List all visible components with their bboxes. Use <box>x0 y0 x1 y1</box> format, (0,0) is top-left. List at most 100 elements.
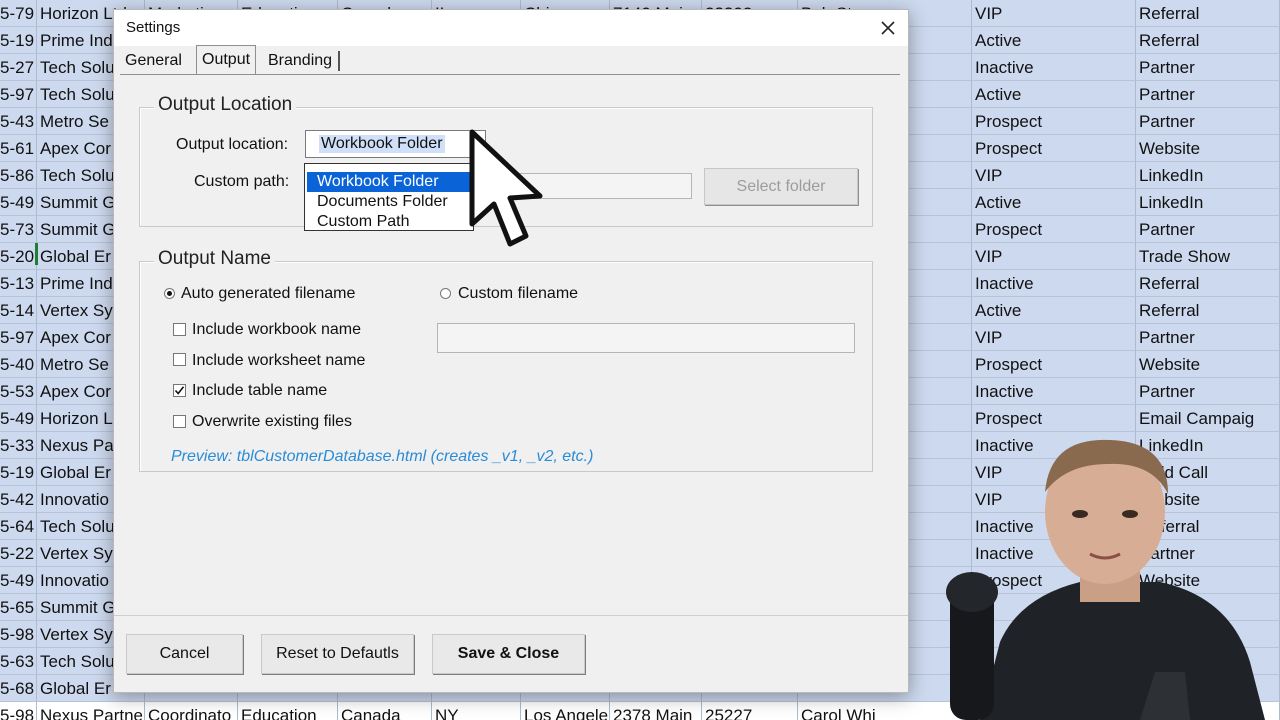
option-documents-folder[interactable]: Documents Folder <box>307 192 471 212</box>
output-location-select[interactable]: Workbook Folder <box>305 130 486 158</box>
sheet-cell[interactable]: 5-98 <box>0 621 37 648</box>
option-workbook-folder[interactable]: Workbook Folder <box>307 172 471 192</box>
sheet-cell[interactable]: Prospect <box>972 351 1136 378</box>
dialog-title: Settings <box>126 19 181 36</box>
sheet-cell[interactable]: 5-19 <box>0 459 37 486</box>
sheet-cell[interactable]: 5-61 <box>0 135 37 162</box>
sheet-cell[interactable]: 5-13 <box>0 270 37 297</box>
mouse-pointer-icon <box>469 129 543 247</box>
sheet-cell[interactable]: Referral <box>1136 0 1280 27</box>
tab-output[interactable]: Output <box>196 45 257 75</box>
sheet-cell[interactable]: 5-22 <box>0 540 37 567</box>
sheet-cell[interactable]: Prospect <box>972 405 1136 432</box>
sheet-cell[interactable]: Referral <box>1136 27 1280 54</box>
sheet-cell[interactable]: Prospect <box>972 216 1136 243</box>
sheet-cell[interactable]: Inactive <box>972 270 1136 297</box>
save-close-button[interactable]: Save & Close <box>432 634 585 674</box>
sheet-cell[interactable]: Nexus Partne <box>37 702 145 720</box>
sheet-cell[interactable]: Trade Show <box>1136 243 1280 270</box>
close-icon <box>881 21 895 35</box>
sheet-cell[interactable]: 5-86 <box>0 162 37 189</box>
sheet-cell[interactable]: Email Campaig <box>1136 405 1280 432</box>
sheet-cell[interactable]: 5-68 <box>0 675 37 702</box>
sheet-cell[interactable]: Partner <box>1136 54 1280 81</box>
sheet-cell[interactable]: 5-79 <box>0 0 37 27</box>
sheet-cell[interactable]: 5-19 <box>0 27 37 54</box>
sheet-cell[interactable]: Active <box>972 81 1136 108</box>
sheet-cell[interactable]: 5-65 <box>0 594 37 621</box>
sheet-cell[interactable]: Active <box>972 297 1136 324</box>
sheet-cell[interactable]: Active <box>972 27 1136 54</box>
sheet-cell[interactable]: LinkedIn <box>1136 189 1280 216</box>
sheet-cell[interactable]: Los Angele <box>521 702 610 720</box>
sheet-cell[interactable]: LinkedIn <box>1136 162 1280 189</box>
sheet-cell[interactable]: VIP <box>972 0 1136 27</box>
tab-separator <box>338 51 340 71</box>
sheet-cell[interactable]: 2378 Main <box>610 702 702 720</box>
include-workbook-checkbox[interactable] <box>173 323 186 336</box>
sheet-cell[interactable]: 5-49 <box>0 189 37 216</box>
sheet-cell[interactable]: Active <box>972 189 1136 216</box>
sheet-cell[interactable]: Partner <box>1136 324 1280 351</box>
sheet-cell[interactable]: Referral <box>1136 270 1280 297</box>
sheet-cell[interactable]: Partner <box>1136 108 1280 135</box>
sheet-cell[interactable]: Partner <box>1136 81 1280 108</box>
cancel-button[interactable]: Cancel <box>126 634 243 674</box>
custom-filename-radio[interactable] <box>440 288 451 299</box>
radio-selected-dot <box>167 291 172 296</box>
sheet-cell[interactable]: Coordinato <box>145 702 238 720</box>
sheet-cell[interactable]: 5-97 <box>0 81 37 108</box>
auto-filename-radio[interactable] <box>164 288 175 299</box>
tab-general[interactable]: General <box>120 48 187 74</box>
sheet-cell[interactable]: 5-49 <box>0 405 37 432</box>
sheet-cell[interactable]: 5-27 <box>0 54 37 81</box>
output-location-selected-value: Workbook Folder <box>319 135 445 153</box>
tab-branding[interactable]: Branding <box>263 48 337 74</box>
sheet-cell[interactable]: 5-43 <box>0 108 37 135</box>
sheet-cell[interactable]: Partner <box>1136 216 1280 243</box>
sheet-cell[interactable]: 5-40 <box>0 351 37 378</box>
select-folder-button[interactable]: Select folder <box>704 168 858 205</box>
sheet-cell[interactable]: Website <box>1136 135 1280 162</box>
sheet-cell[interactable]: 5-64 <box>0 513 37 540</box>
include-worksheet-checkbox[interactable] <box>173 353 186 366</box>
output-name-group-label: Output Name <box>154 248 275 270</box>
sheet-cell[interactable]: VIP <box>972 324 1136 351</box>
sheet-cell[interactable]: Education <box>238 702 338 720</box>
sheet-cell[interactable]: Prospect <box>972 108 1136 135</box>
sheet-cell[interactable]: VIP <box>972 243 1136 270</box>
sheet-cell[interactable]: Partner <box>1136 378 1280 405</box>
sheet-cell[interactable]: 5-97 <box>0 324 37 351</box>
sheet-cell[interactable]: 5-20 <box>0 243 37 270</box>
custom-filename-input[interactable] <box>437 323 855 353</box>
include-worksheet-label[interactable]: Include worksheet name <box>192 352 365 370</box>
sheet-cell[interactable]: 5-73 <box>0 216 37 243</box>
close-button[interactable] <box>874 14 902 42</box>
sheet-cell[interactable]: 5-14 <box>0 297 37 324</box>
sheet-cell[interactable]: VIP <box>972 162 1136 189</box>
sheet-cell[interactable]: Inactive <box>972 378 1136 405</box>
sheet-cell[interactable]: 5-42 <box>0 486 37 513</box>
sheet-cell[interactable]: 25227 <box>702 702 798 720</box>
sheet-cell[interactable]: Canada <box>338 702 432 720</box>
sheet-cell[interactable]: Prospect <box>972 135 1136 162</box>
include-table-label[interactable]: Include table name <box>192 382 327 400</box>
auto-filename-label[interactable]: Auto generated filename <box>181 285 355 303</box>
include-table-checkbox[interactable] <box>173 384 186 397</box>
overwrite-files-label[interactable]: Overwrite existing files <box>192 413 352 431</box>
sheet-cell[interactable]: NY <box>432 702 521 720</box>
sheet-cell[interactable]: 5-49 <box>0 567 37 594</box>
sheet-cell[interactable]: 5-53 <box>0 378 37 405</box>
sheet-cell[interactable]: Website <box>1136 351 1280 378</box>
include-workbook-label[interactable]: Include workbook name <box>192 321 361 339</box>
overwrite-files-checkbox[interactable] <box>173 415 186 428</box>
sheet-cell[interactable]: 5-63 <box>0 648 37 675</box>
custom-path-label: Custom path: <box>194 173 290 190</box>
sheet-cell[interactable]: 5-98 <box>0 702 37 720</box>
custom-filename-label[interactable]: Custom filename <box>458 285 578 303</box>
sheet-cell[interactable]: Inactive <box>972 54 1136 81</box>
sheet-cell[interactable]: Referral <box>1136 297 1280 324</box>
sheet-cell[interactable]: 5-33 <box>0 432 37 459</box>
option-custom-path[interactable]: Custom Path <box>307 212 471 232</box>
reset-defaults-button[interactable]: Reset to Defautls <box>261 634 414 674</box>
